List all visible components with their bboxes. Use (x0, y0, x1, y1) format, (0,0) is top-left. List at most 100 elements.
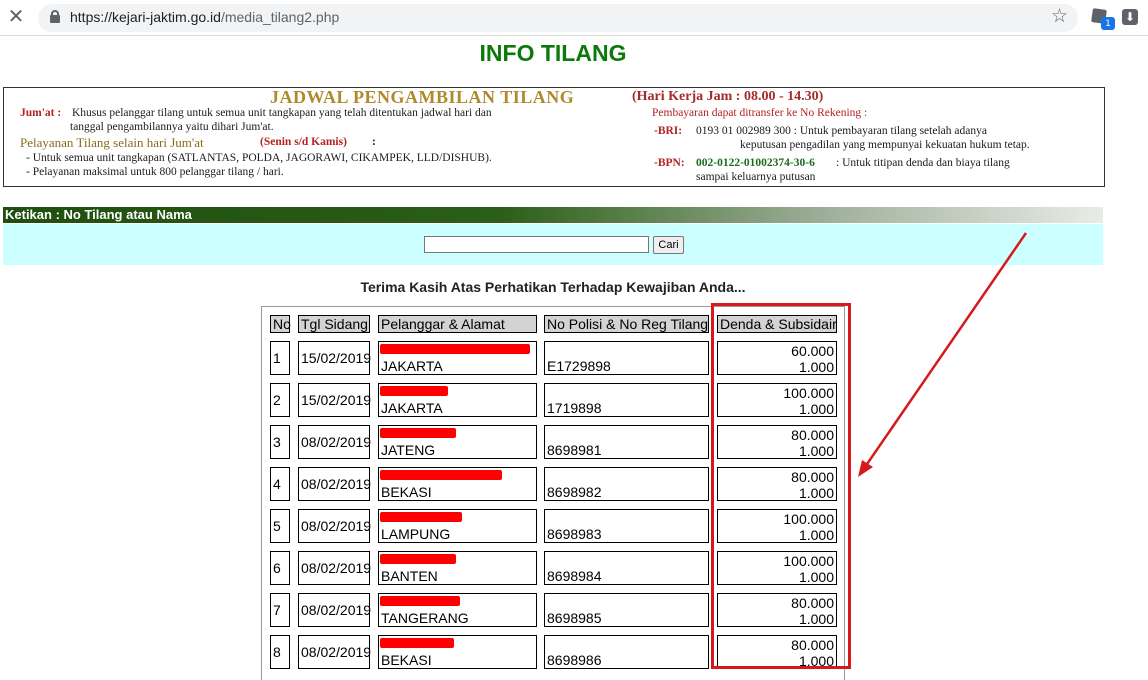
registration-number: E1729898 (547, 358, 611, 374)
registration-number: 8698985 (547, 610, 602, 626)
bpn-number: 002-0122-01002374-30-6 (696, 157, 815, 169)
search-row: Cari (3, 224, 1103, 265)
sidang-date: 08/02/2019 (301, 644, 372, 660)
jumat-label: Jum'at : (20, 107, 62, 119)
transfer-heading: Pembayaran dapat ditransfer ke No Rekeni… (652, 107, 868, 119)
registration-number: 8698983 (547, 526, 602, 542)
sidang-date-cell: 08/02/2019 (298, 551, 372, 585)
redacted-name-mark (380, 386, 448, 396)
row-number-cell: 3 (270, 425, 290, 459)
violator-city: JAKARTA (381, 358, 443, 374)
row-number-cell: 4 (270, 467, 290, 501)
search-input[interactable] (424, 236, 649, 253)
schedule-banner: JADWAL PENGAMBILAN TILANG (Hari Kerja Ja… (3, 87, 1105, 187)
redacted-name-mark (380, 470, 502, 480)
registration-cell: E1729898 (544, 341, 709, 375)
other-line1: - Untuk semua unit tangkapan (SATLANTAS,… (26, 152, 492, 164)
thanks-message: Terima Kasih Atas Perhatikan Terhadap Ke… (360, 279, 746, 295)
row-number: 6 (273, 560, 281, 576)
redacted-name-mark (380, 344, 530, 354)
violator-city: JATENG (381, 442, 436, 458)
browser-toolbar: ✕ https://kejari-jaktim.go.id/media_tila… (0, 0, 1148, 36)
search-button[interactable]: Cari (653, 236, 684, 254)
row-number-cell: 2 (270, 383, 290, 417)
jumat-line1: Khusus pelanggar tilang untuk semua unit… (72, 107, 492, 119)
violator-cell: BEKASI (378, 635, 537, 669)
row-number: 4 (273, 476, 281, 492)
sidang-date: 15/02/2019 (301, 392, 372, 408)
violator-cell: TANGERANG (378, 593, 537, 627)
bri-line2: keputusan pengadilan yang mempunyai keku… (740, 139, 1030, 151)
sidang-date-cell: 08/02/2019 (298, 425, 371, 459)
url-host: https://kejari-jaktim.go.id (70, 9, 221, 25)
row-number: 1 (273, 350, 281, 366)
row-number-cell: 6 (270, 551, 290, 585)
download-icon[interactable]: ⬇ (1122, 9, 1138, 25)
registration-number: 8698986 (547, 652, 602, 668)
sidang-date-cell: 08/02/2019 (298, 593, 372, 627)
registration-number: 1719898 (547, 400, 602, 416)
table-header-date: Tgl Sidang (298, 315, 370, 333)
extension-badge: 1 (1101, 17, 1115, 30)
violator-city: JAKARTA (381, 400, 443, 416)
sidang-date: 15/02/2019 (301, 350, 372, 366)
violator-city: BEKASI (381, 652, 432, 668)
sidang-date-cell: 15/02/2019 (298, 383, 372, 417)
close-icon[interactable]: ✕ (6, 6, 26, 28)
row-number-cell: 8 (270, 635, 290, 669)
row-number-cell: 5 (270, 509, 290, 543)
violator-cell: JAKARTA (378, 383, 537, 417)
registration-number: 8698982 (547, 484, 602, 500)
violator-cell: BEKASI (378, 467, 537, 501)
table-header-reg: No Polisi & No Reg Tilang (544, 315, 709, 333)
row-number: 7 (273, 602, 281, 618)
violator-city: LAMPUNG (381, 526, 451, 542)
registration-cell: 1719898 (544, 383, 709, 417)
bri-label: -BRI: (654, 125, 683, 137)
redacted-name-mark (380, 596, 460, 606)
table-header-no: No (270, 315, 291, 333)
registration-cell: 8698983 (544, 509, 709, 543)
row-number: 3 (273, 434, 281, 450)
other-days-label: Pelayanan Tilang selain hari Jum'at (20, 135, 204, 150)
sidang-date-cell: 08/02/2019 (298, 467, 372, 501)
violator-cell: JATENG (378, 425, 537, 459)
registration-cell: 8698981 (544, 425, 709, 459)
banner-hours: (Hari Kerja Jam : 08.00 - 14.30) (632, 89, 824, 104)
sidang-date-cell: 08/02/2019 (298, 635, 372, 669)
bpn-line2: sampai keluarnya putusan (696, 171, 816, 183)
row-number: 8 (273, 644, 281, 660)
table-header-name: Pelanggar & Alamat (378, 315, 537, 333)
bpn-line1: : Untuk titipan denda dan biaya tilang (836, 157, 1010, 169)
registration-number: 8698981 (547, 442, 602, 458)
violator-city: BANTEN (381, 568, 438, 584)
page-title: INFO TILANG (479, 40, 627, 66)
row-number-cell: 1 (270, 341, 290, 375)
row-number: 2 (273, 392, 281, 408)
violator-cell: JAKARTA (378, 341, 537, 375)
url-path: /media_tilang2.php (220, 9, 340, 25)
row-number: 5 (273, 518, 281, 534)
sidang-date-cell: 15/02/2019 (298, 341, 372, 375)
sidang-date: 08/02/2019 (301, 560, 372, 576)
sidang-date: 08/02/2019 (301, 602, 372, 618)
lock-icon[interactable] (50, 10, 60, 23)
registration-cell: 8698985 (544, 593, 709, 627)
other-days-colon: : (372, 136, 376, 148)
search-label-bar: Ketikan : No Tilang atau Nama (3, 207, 1103, 223)
url-text[interactable]: https://kejari-jaktim.go.id/media_tilang… (70, 9, 339, 25)
violator-cell: BANTEN (378, 551, 537, 585)
bookmark-star-icon[interactable]: ☆ (1051, 6, 1068, 28)
registration-cell: 8698984 (544, 551, 709, 585)
violator-city: TANGERANG (381, 610, 469, 626)
annotation-highlight-box (711, 303, 851, 669)
jumat-line2: tanggal pengambilannya yaitu dihari Jum'… (70, 121, 274, 133)
registration-cell: 8698982 (544, 467, 709, 501)
registration-cell: 8698986 (544, 635, 709, 669)
banner-title: JADWAL PENGAMBILAN TILANG (270, 87, 575, 107)
violator-city: BEKASI (381, 484, 432, 500)
sidang-date: 08/02/2019 (301, 476, 372, 492)
violator-cell: LAMPUNG (378, 509, 537, 543)
registration-number: 8698984 (547, 568, 602, 584)
redacted-name-mark (380, 428, 456, 438)
